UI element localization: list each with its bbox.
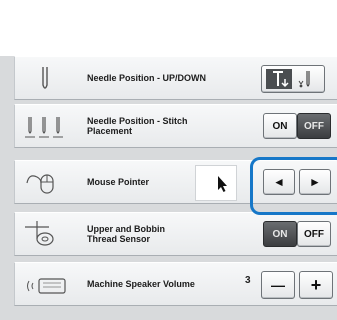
thread-sensor-icon bbox=[25, 221, 54, 246]
toggle-on-button[interactable]: ON bbox=[263, 221, 297, 247]
settings-row-speaker-volume: Machine Speaker Volume 3 — + bbox=[14, 262, 337, 306]
mouse-icon bbox=[26, 174, 54, 194]
toggle-off-button[interactable]: OFF bbox=[297, 221, 331, 247]
needle-stitch-placement-toggle[interactable]: ON OFF bbox=[263, 113, 331, 139]
toggle-off-button[interactable]: OFF bbox=[297, 113, 331, 139]
needle-stitch-placement-label: Needle Position - Stitch Placement bbox=[87, 116, 188, 136]
volume-decrease-button[interactable]: — bbox=[261, 271, 295, 299]
mouse-pointer-label: Mouse Pointer bbox=[87, 177, 150, 187]
volume-increase-button[interactable]: + bbox=[299, 271, 333, 299]
speaker-volume-value: 3 bbox=[245, 275, 251, 286]
needle-stitch-placement-icon bbox=[25, 117, 63, 138]
mouse-pointer-preview bbox=[195, 165, 237, 201]
cursor-arrow-icon bbox=[218, 176, 227, 192]
needle-icon bbox=[42, 67, 48, 89]
settings-row-needle-stitch-placement: Needle Position - Stitch Placement ON OF… bbox=[14, 104, 337, 148]
thread-sensor-toggle[interactable]: ON OFF bbox=[263, 221, 331, 247]
settings-row-thread-sensor: Upper and Bobbin Thread Sensor ON OFF bbox=[14, 212, 337, 256]
needle-up-down-icon bbox=[266, 69, 310, 89]
speaker-volume-label: Machine Speaker Volume bbox=[87, 279, 195, 289]
thread-sensor-label: Upper and Bobbin Thread Sensor bbox=[87, 224, 165, 244]
mouse-pointer-callout-highlight bbox=[250, 157, 337, 215]
needle-position-up-down-label: Needle Position - UP/DOWN bbox=[87, 73, 207, 83]
speaker-icon bbox=[27, 278, 66, 294]
toggle-on-button[interactable]: ON bbox=[263, 113, 297, 139]
needle-position-up-down-button[interactable] bbox=[261, 65, 325, 93]
settings-row-needle-position-up-down: Needle Position - UP/DOWN bbox=[14, 56, 337, 100]
